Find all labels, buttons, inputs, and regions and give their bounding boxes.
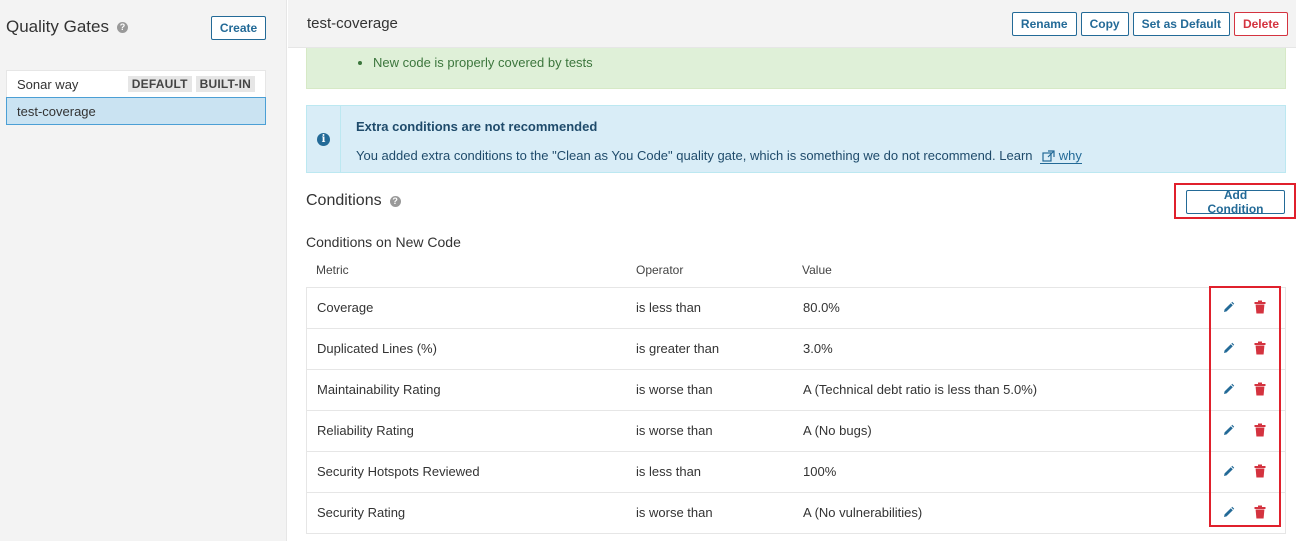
external-link-icon [1042, 150, 1055, 162]
header-actions: Rename Copy Set as Default Delete [1011, 12, 1288, 36]
table-row: Maintainability Rating is worse than A (… [307, 370, 1285, 411]
metric-cell: Security Rating [317, 505, 406, 520]
operator-cell: is greater than [636, 341, 720, 356]
value-cell: A (No bugs) [803, 423, 872, 438]
operator-cell: is worse than [636, 423, 713, 438]
gate-name: test-coverage [17, 103, 96, 119]
conditions-subtitle: Conditions on New Code [306, 234, 461, 250]
info-message: You added extra conditions to the "Clean… [356, 148, 1033, 163]
sidebar-title: Quality Gates ? [6, 17, 128, 37]
info-icon-column: i [307, 106, 341, 172]
quality-gate-list: Sonar way DEFAULT BUILT-IN test-coverage [6, 70, 266, 125]
row-actions [1220, 422, 1268, 438]
info-icon: i [317, 132, 330, 146]
gate-item-test-coverage[interactable]: test-coverage [6, 97, 266, 125]
trash-icon[interactable] [1252, 340, 1268, 356]
conditions-title: Conditions ? [306, 192, 401, 210]
value-cell: 80.0% [803, 300, 840, 315]
operator-cell: is less than [636, 300, 702, 315]
value-cell: A (No vulnerabilities) [803, 505, 923, 520]
trash-icon[interactable] [1252, 463, 1268, 479]
add-condition-button[interactable]: Add Condition [1186, 188, 1285, 216]
metric-cell: Reliability Rating [317, 423, 414, 438]
page-header: test-coverage Rename Copy Set as Default… [288, 0, 1296, 48]
operator-cell: is less than [636, 464, 702, 479]
value-cell: 3.0% [803, 341, 833, 356]
set-default-button[interactable]: Set as Default [1132, 12, 1230, 36]
edit-icon[interactable] [1220, 422, 1236, 438]
operator-cell: is worse than [636, 382, 713, 397]
edit-icon[interactable] [1220, 299, 1236, 315]
row-actions [1220, 299, 1268, 315]
info-text: You added extra conditions to the "Clean… [356, 148, 1082, 164]
table-row: Coverage is less than 80.0% [307, 288, 1285, 329]
conditions-table-header: Metric Operator Value [306, 262, 1286, 287]
trash-icon[interactable] [1252, 381, 1268, 397]
value-cell: 100% [803, 464, 837, 479]
row-actions [1220, 381, 1268, 397]
table-row: Reliability Rating is worse than A (No b… [307, 411, 1285, 452]
edit-icon[interactable] [1220, 381, 1236, 397]
rename-button[interactable]: Rename [1011, 12, 1077, 36]
column-header-value: Value [802, 263, 832, 277]
sidebar-title-text: Quality Gates [6, 17, 109, 36]
edit-icon[interactable] [1220, 340, 1236, 356]
metric-cell: Security Hotspots Reviewed [317, 464, 480, 479]
help-icon[interactable]: ? [389, 195, 401, 207]
help-icon[interactable]: ? [117, 21, 128, 33]
success-list-item: New code is properly covered by tests [373, 55, 593, 70]
edit-icon[interactable] [1220, 463, 1236, 479]
table-row: Security Rating is worse than A (No vuln… [307, 493, 1285, 533]
column-header-operator: Operator [636, 263, 684, 277]
create-button[interactable]: Create [211, 16, 266, 40]
gate-item-sonar-way[interactable]: Sonar way DEFAULT BUILT-IN [7, 71, 265, 98]
copy-button[interactable]: Copy [1080, 12, 1129, 36]
column-header-metric: Metric [316, 263, 349, 277]
operator-cell: is worse than [636, 505, 713, 520]
add-condition-highlight: Add Condition [1174, 183, 1296, 219]
table-row: Security Hotspots Reviewed is less than … [307, 452, 1285, 493]
learn-link-text: why [1058, 148, 1082, 163]
conditions-title-text: Conditions [306, 192, 382, 209]
metric-cell: Duplicated Lines (%) [317, 341, 437, 356]
row-actions [1220, 463, 1268, 479]
row-actions [1220, 340, 1268, 356]
gate-name: Sonar way [17, 76, 79, 92]
trash-icon[interactable] [1252, 299, 1268, 315]
default-badge: DEFAULT [127, 76, 192, 92]
info-title: Extra conditions are not recommended [356, 119, 598, 134]
value-cell: A (Technical debt ratio is less than 5.0… [803, 382, 1038, 397]
metric-cell: Maintainability Rating [317, 382, 441, 397]
success-alert: New code is properly covered by tests [306, 48, 1286, 89]
conditions-table: Coverage is less than 80.0% Duplicated L… [306, 287, 1286, 534]
delete-button[interactable]: Delete [1233, 12, 1288, 36]
metric-cell: Coverage [317, 300, 374, 315]
built-in-badge: BUILT-IN [195, 76, 255, 92]
trash-icon[interactable] [1252, 422, 1268, 438]
learn-why-link[interactable]: why [1040, 148, 1082, 164]
page-title: test-coverage [307, 15, 398, 32]
sidebar: Quality Gates ? Create Sonar way DEFAULT… [0, 0, 287, 541]
trash-icon[interactable] [1252, 504, 1268, 520]
row-actions [1220, 504, 1268, 520]
edit-icon[interactable] [1220, 504, 1236, 520]
table-row: Duplicated Lines (%) is greater than 3.0… [307, 329, 1285, 370]
info-alert: i Extra conditions are not recommended Y… [306, 105, 1286, 173]
success-list: New code is properly covered by tests [357, 55, 593, 70]
